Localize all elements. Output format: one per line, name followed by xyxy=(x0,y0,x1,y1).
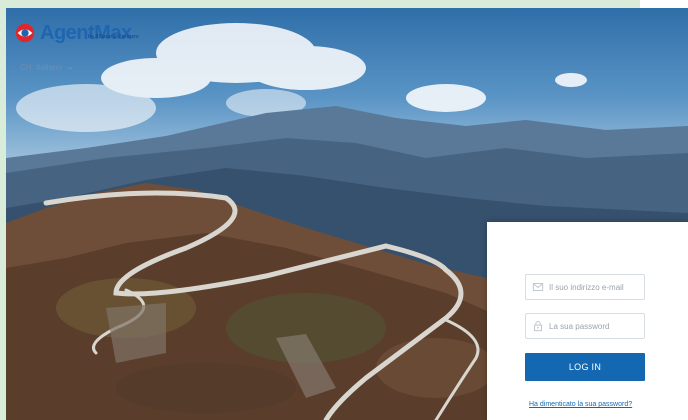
language-label: CH: Italiano xyxy=(20,63,62,72)
top-strip xyxy=(640,0,688,8)
brand-tagline: by Allianz ① Partners xyxy=(88,34,139,40)
login-page-background: AgentMax by Allianz ① Partners CH: Itali… xyxy=(6,8,688,420)
password-input[interactable] xyxy=(549,321,639,331)
lock-icon xyxy=(534,321,542,332)
password-field[interactable] xyxy=(525,313,645,339)
email-input[interactable] xyxy=(549,282,639,292)
globe-logo-icon xyxy=(15,23,35,43)
brand-name: AgentMax xyxy=(40,22,132,44)
forgot-password-link[interactable]: Ha dimenticato la sua password? xyxy=(529,401,632,408)
mail-icon xyxy=(532,283,544,291)
language-selector[interactable]: CH: Italiano xyxy=(20,63,74,72)
login-button[interactable]: LOG IN xyxy=(525,353,645,381)
agentmax-logo[interactable]: AgentMax xyxy=(14,20,132,46)
login-card: LOG IN Ha dimenticato la sua password? xyxy=(487,222,688,420)
chevron-down-icon xyxy=(67,65,73,70)
email-field[interactable] xyxy=(525,274,645,300)
